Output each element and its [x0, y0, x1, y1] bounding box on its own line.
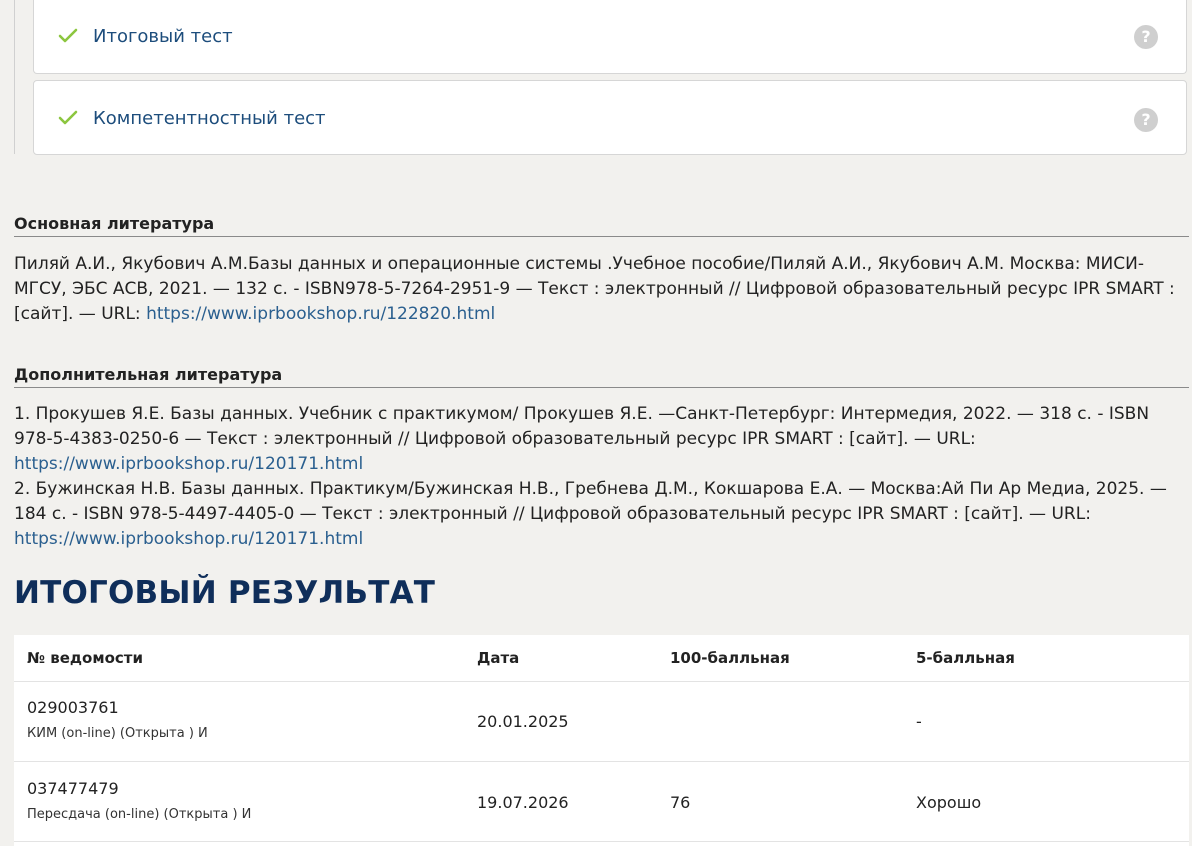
table-header-row: № ведомости Дата 100-балльная 5-балльная	[14, 635, 1189, 682]
test-card-competency[interactable]: Компетентностный тест ?	[33, 80, 1187, 155]
main-literature-heading: Основная литература	[14, 214, 1189, 237]
header-num: № ведомости	[27, 649, 144, 667]
row-type: Пересдача (on-line) (Открыта ) И	[27, 807, 252, 822]
row-date: 19.07.2026	[477, 793, 569, 812]
row-date: 20.01.2025	[477, 712, 569, 731]
extra-literature-link-1[interactable]: https://www.iprbookshop.ru/120171.html	[14, 454, 363, 474]
test-card-final[interactable]: Итоговый тест ?	[33, 0, 1187, 74]
test-link-competency[interactable]: Компетентностный тест	[93, 81, 326, 157]
main-literature-text: Пиляй А.И., Якубович А.М.Базы данных и о…	[14, 252, 1184, 327]
checkmark-icon	[58, 28, 78, 43]
extra-literature-text: 1. Прокушев Я.Е. Базы данных. Учебник с …	[14, 402, 1184, 552]
row-num: 029003761	[27, 698, 119, 717]
main-literature-link[interactable]: https://www.iprbookshop.ru/122820.html	[146, 304, 495, 324]
extra-literature-heading: Дополнительная литература	[14, 365, 1189, 388]
checkmark-icon	[58, 110, 78, 125]
table-row: 029003761 КИМ (on-line) (Открыта ) И 20.…	[14, 681, 1189, 762]
header-date: Дата	[477, 649, 520, 667]
table-row: 037477479 Пересдача (on-line) (Открыта )…	[14, 761, 1189, 842]
help-icon[interactable]: ?	[1134, 25, 1158, 49]
header-score100: 100-балльная	[670, 649, 790, 667]
row-score100: 76	[670, 793, 691, 812]
help-icon[interactable]: ?	[1134, 108, 1158, 132]
row-type: КИМ (on-line) (Открыта ) И	[27, 726, 208, 741]
row-num: 037477479	[27, 779, 119, 798]
extra-literature-link-2[interactable]: https://www.iprbookshop.ru/120171.html	[14, 529, 363, 549]
test-link-final[interactable]: Итоговый тест	[93, 0, 233, 74]
section-guide-line	[14, 0, 15, 154]
results-table: № ведомости Дата 100-балльная 5-балльная…	[14, 635, 1189, 846]
header-score5: 5-балльная	[916, 649, 1015, 667]
row-score5: -	[916, 712, 922, 731]
extra-literature-citation-2: 2. Бужинская Н.В. Базы данных. Практикум…	[14, 479, 1167, 524]
final-result-title: ИТОГОВЫЙ РЕЗУЛЬТАТ	[14, 575, 436, 611]
row-score5: Хорошо	[916, 793, 982, 812]
extra-literature-citation-1: 1. Прокушев Я.Е. Базы данных. Учебник с …	[14, 404, 1150, 449]
